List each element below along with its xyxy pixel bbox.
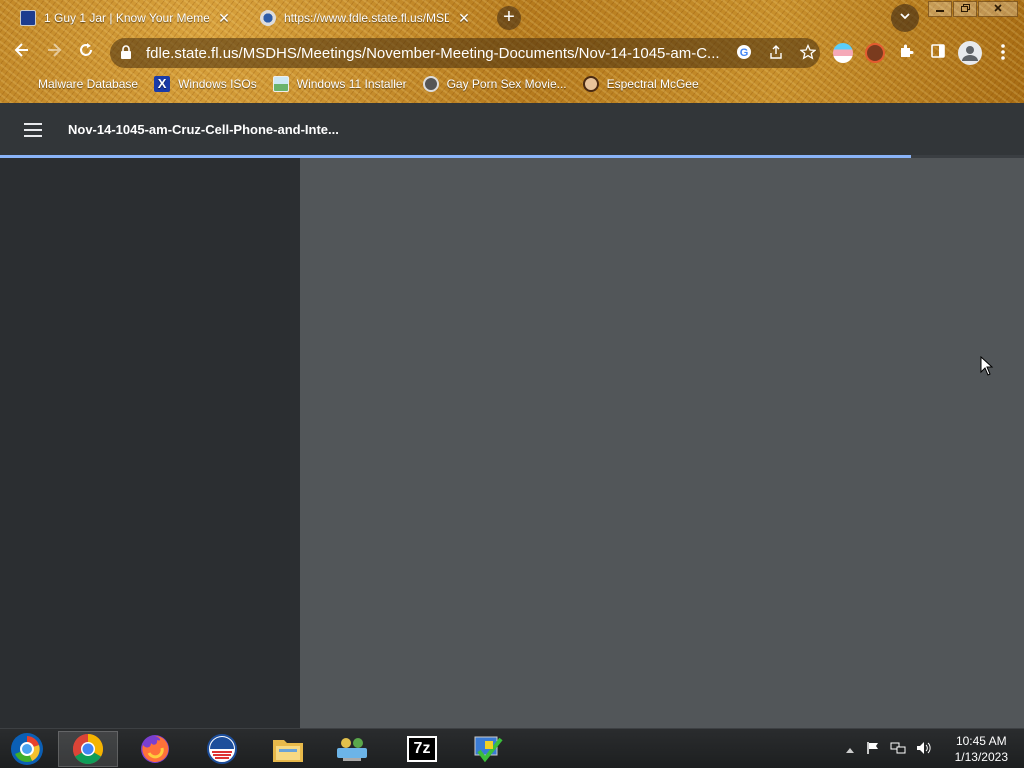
tab-title: https://www.fdle.state.fl.us/MSDHS — [284, 11, 449, 25]
minimize-icon — [936, 10, 944, 12]
face-icon — [582, 76, 599, 92]
browser-frame: 1 Guy 1 Jar | Know Your Meme ✕ https://w… — [0, 0, 1024, 103]
new-tab-button[interactable]: + — [497, 6, 521, 30]
bookmark-label: Windows ISOs — [178, 77, 257, 91]
mouse-cursor-icon — [980, 355, 994, 381]
bookmark-label: Windows 11 Installer — [296, 77, 407, 91]
file-explorer-icon — [273, 740, 303, 762]
lock-icon — [120, 44, 134, 62]
back-button[interactable] — [9, 40, 35, 66]
taskbar-file-explorer[interactable] — [258, 731, 318, 767]
system-tray — [846, 729, 932, 768]
menu-kebab-icon[interactable] — [993, 43, 1013, 63]
show-hidden-icons-icon[interactable] — [846, 742, 854, 756]
windows-start-icon — [11, 733, 43, 765]
obama-logo-icon — [207, 734, 237, 764]
knowyourmeme-icon — [20, 10, 36, 26]
7zip-icon: 7z — [407, 736, 437, 762]
share-icon[interactable] — [767, 44, 785, 63]
taskbar-firefox[interactable] — [125, 731, 185, 767]
taskbar-obama-app[interactable] — [192, 731, 252, 767]
menu-icon[interactable] — [24, 123, 42, 137]
restore-button[interactable] — [953, 1, 977, 17]
clock-date: 1/13/2023 — [954, 750, 1008, 764]
chrome-icon — [72, 734, 104, 765]
volume-icon[interactable] — [916, 741, 932, 758]
account-avatar-icon[interactable] — [958, 41, 982, 65]
firefox-icon — [141, 735, 169, 763]
taskbar: 7z 10:45 AM 1/13/2023 — [0, 728, 1024, 768]
clock-time: 10:45 AM — [955, 734, 1007, 748]
taskbar-7zip[interactable]: 7z — [392, 731, 452, 767]
close-icon — [994, 4, 1002, 12]
bookmark-label: Espectral McGee — [606, 77, 699, 91]
chevron-down-icon — [900, 13, 910, 20]
x-logo-icon: X — [154, 76, 171, 92]
arrow-right-icon — [48, 43, 62, 57]
tab-search-button[interactable] — [891, 4, 919, 32]
close-window-button[interactable] — [978, 1, 1018, 17]
browser-toolbar: fdle.state.fl.us/MSDHS/Meetings/November… — [0, 36, 1024, 70]
bookmark-star-icon[interactable] — [799, 43, 817, 63]
address-bar[interactable]: fdle.state.fl.us/MSDHS/Meetings/November… — [110, 38, 820, 68]
forward-button[interactable] — [41, 40, 67, 66]
pdf-toolbar: Nov-14-1045-am-Cruz-Cell-Phone-and-Inte.… — [0, 103, 1024, 159]
system-clock[interactable]: 10:45 AM 1/13/2023 — [955, 733, 1008, 765]
tab-title: 1 Guy 1 Jar | Know Your Meme — [44, 11, 209, 25]
checkmark-app-icon — [474, 736, 503, 763]
tab-fdle[interactable]: https://www.fdle.state.fl.us/MSDHS ✕ — [250, 4, 490, 32]
pdf-document-area[interactable] — [300, 158, 1024, 728]
bookmark-malware-database[interactable]: Malware Database — [38, 77, 138, 91]
google-icon[interactable]: G — [735, 44, 753, 63]
minimize-button[interactable] — [928, 1, 952, 17]
action-center-flag-icon[interactable] — [866, 741, 880, 758]
bookmark-espectral-mcgee[interactable]: Espectral McGee — [582, 76, 699, 92]
bookmark-windows-11-installer[interactable]: Windows 11 Installer — [272, 76, 407, 92]
taskbar-checkmark-app[interactable] — [458, 731, 518, 767]
globe-icon — [260, 10, 276, 26]
side-panel-icon[interactable] — [928, 43, 948, 63]
svg-text:G: G — [740, 47, 749, 59]
start-button[interactable] — [0, 731, 54, 767]
restore-icon — [961, 4, 970, 12]
bookmark-label: Malware Database — [38, 77, 139, 91]
close-icon[interactable]: ✕ — [217, 10, 231, 27]
network-status-icon[interactable] — [890, 741, 906, 758]
image-icon — [272, 76, 289, 92]
url-text: fdle.state.fl.us/MSDHS/Meetings/November… — [146, 44, 720, 62]
arrow-left-icon — [14, 43, 28, 57]
taskbar-chrome[interactable] — [58, 731, 118, 767]
pdf-title: Nov-14-1045-am-Cruz-Cell-Phone-and-Inte.… — [68, 122, 339, 137]
pdf-thumbnail-sidebar[interactable] — [0, 158, 300, 728]
taskbar-network-app[interactable] — [322, 731, 382, 767]
close-icon[interactable]: ✕ — [457, 10, 471, 27]
puzzle-extensions-icon[interactable] — [896, 43, 916, 63]
reload-button[interactable] — [73, 40, 99, 66]
bookmark-windows-isos[interactable]: X Windows ISOs — [154, 76, 257, 92]
bookmark-movie[interactable]: Gay Porn Sex Movie... — [422, 76, 567, 92]
camera-icon — [422, 76, 439, 92]
bookmark-label: Gay Porn Sex Movie... — [446, 77, 567, 91]
bookmarks-bar: Malware Database X Windows ISOs Windows … — [0, 72, 1024, 96]
trans-flag-extension-icon[interactable] — [833, 43, 853, 63]
profile-extension-icon[interactable] — [865, 43, 885, 63]
tab-know-your-meme[interactable]: 1 Guy 1 Jar | Know Your Meme ✕ — [10, 4, 250, 32]
network-icon — [337, 738, 367, 761]
reload-icon — [80, 43, 92, 56]
